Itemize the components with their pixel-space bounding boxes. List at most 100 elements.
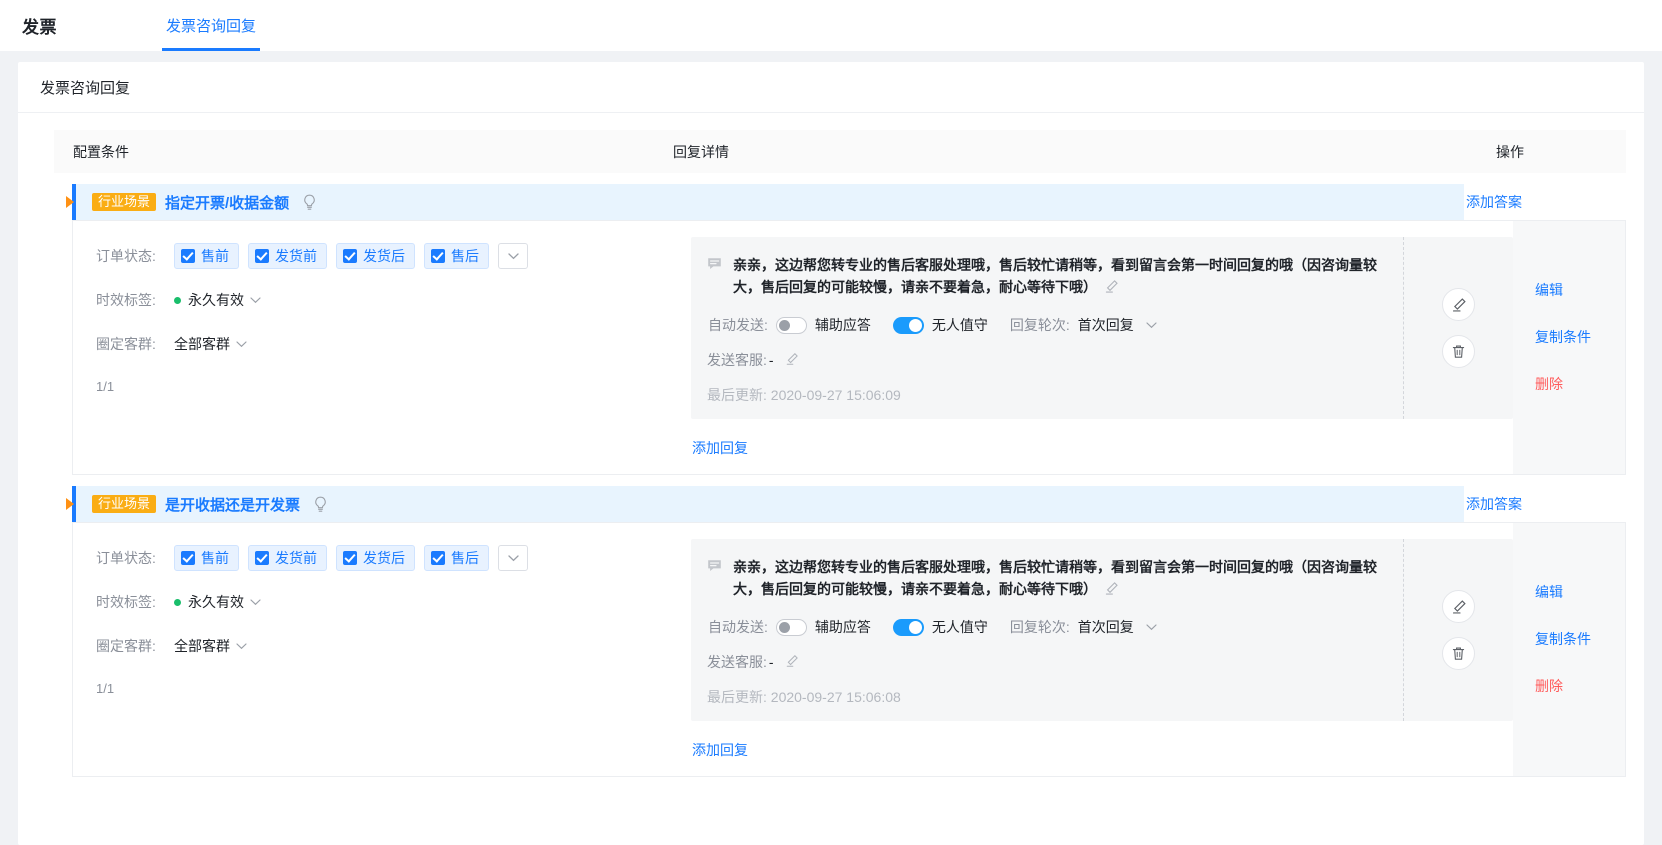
order-status-tag-label: 发货前 xyxy=(275,248,317,264)
audience-label: 圈定客群: xyxy=(96,638,156,654)
send-agent-edit-pencil-icon[interactable] xyxy=(785,654,799,671)
unattended-label: 无人值守 xyxy=(931,317,988,333)
reply-text-row: 亲亲，这边帮您转专业的售后客服处理哦，售后较忙请稍等，看到留言会第一时间回复的哦… xyxy=(707,254,1387,299)
scenario-title: 指定开票/收据金额 xyxy=(165,194,290,212)
order-status-tag[interactable]: 售前 xyxy=(174,243,239,269)
order-status-tag[interactable]: 发货后 xyxy=(336,243,415,269)
audience-dropdown-icon[interactable] xyxy=(236,340,247,348)
copy-condition-link[interactable]: 复制条件 xyxy=(1535,327,1625,347)
reply-action-buttons xyxy=(1403,539,1513,721)
order-status-tag[interactable]: 发货前 xyxy=(248,243,327,269)
auto-send-row: 自动发送: 辅助应答 无人值守 回复轮次: 首次回复 xyxy=(707,315,1387,335)
reply-edit-button[interactable] xyxy=(1442,590,1475,623)
reply-round-dropdown-icon[interactable] xyxy=(1146,321,1157,329)
audience-dropdown-icon[interactable] xyxy=(236,642,247,650)
reply-edit-pencil-icon[interactable] xyxy=(1104,279,1119,299)
reply-column: 亲亲，这边帮您转专业的售后客服处理哦，售后较忙请稍等，看到留言会第一时间回复的哦… xyxy=(683,523,1513,776)
send-agent-value: - xyxy=(768,654,774,670)
reply-round-label: 回复轮次: xyxy=(1009,619,1070,635)
validity-dropdown-icon[interactable] xyxy=(250,296,261,304)
operation-column: 编辑 复制条件 删除 xyxy=(1513,221,1625,474)
tab-invoice-consult-reply[interactable]: 发票咨询回复 xyxy=(162,0,261,51)
send-agent-edit-pencil-icon[interactable] xyxy=(785,352,799,369)
auto-send-label: 自动发送: xyxy=(708,317,768,333)
reply-delete-button[interactable] xyxy=(1442,335,1475,368)
reply-edit-pencil-icon[interactable] xyxy=(1104,581,1119,601)
scenario-bar[interactable]: 行业场景 是开收据还是开发票 xyxy=(72,486,1464,522)
checkbox-icon[interactable] xyxy=(343,249,357,263)
send-agent-row: 发送客服: - xyxy=(707,652,1387,672)
trash-icon xyxy=(1452,647,1465,660)
assist-reply-toggle[interactable] xyxy=(775,618,807,636)
scenario-bar[interactable]: 行业场景 指定开票/收据金额 xyxy=(72,184,1464,220)
order-status-tag-label: 发货后 xyxy=(363,550,405,566)
unattended-toggle[interactable] xyxy=(892,316,924,334)
delete-link[interactable]: 删除 xyxy=(1535,676,1625,696)
order-status-tag[interactable]: 发货后 xyxy=(336,545,415,571)
main-panel: 发票咨询回复 配置条件 回复详情 操作 行业场景 指定开票/收据金额 添加答案 … xyxy=(18,62,1644,845)
delete-link[interactable]: 删除 xyxy=(1535,374,1625,394)
checkbox-icon[interactable] xyxy=(431,551,445,565)
order-status-tag-label: 发货后 xyxy=(363,248,405,264)
scenario-group: 行业场景 是开收据还是开发票 添加答案 订单状态: 售前 发货前 发货后 售后 … xyxy=(36,486,1626,777)
pencil-icon xyxy=(1452,599,1466,614)
reply-round-label: 回复轮次: xyxy=(1009,317,1070,333)
unattended-toggle[interactable] xyxy=(892,618,924,636)
scenario-header: 行业场景 指定开票/收据金额 添加答案 xyxy=(36,184,1626,220)
last-updated-label: 最后更新: xyxy=(707,689,767,705)
panel-title: 发票咨询回复 xyxy=(18,62,1644,113)
lightbulb-icon[interactable] xyxy=(313,496,328,513)
condition-pager: 1/1 xyxy=(96,379,115,394)
add-answer-button[interactable]: 添加答案 xyxy=(1464,494,1626,514)
checkbox-icon[interactable] xyxy=(181,551,195,565)
audience-value: 全部客群 xyxy=(174,638,230,654)
checkbox-icon[interactable] xyxy=(431,249,445,263)
edit-link[interactable]: 编辑 xyxy=(1535,582,1625,602)
order-status-row: 订单状态: 售前 发货前 发货后 售后 xyxy=(96,545,683,571)
last-updated-value: 2020-09-27 15:06:09 xyxy=(770,387,901,403)
auto-send-row: 自动发送: 辅助应答 无人值守 回复轮次: 首次回复 xyxy=(707,617,1387,637)
lightbulb-icon[interactable] xyxy=(302,194,317,211)
order-status-more-button[interactable] xyxy=(498,545,528,571)
validity-label: 时效标签: xyxy=(96,594,156,610)
order-status-tag[interactable]: 售后 xyxy=(424,243,489,269)
message-bubble-icon xyxy=(707,559,722,578)
copy-condition-link[interactable]: 复制条件 xyxy=(1535,629,1625,649)
send-agent-row: 发送客服: - xyxy=(707,350,1387,370)
audience-row: 圈定客群: 全部客群 xyxy=(96,331,683,357)
add-answer-button[interactable]: 添加答案 xyxy=(1464,192,1626,212)
reply-text: 亲亲，这边帮您转专业的售后客服处理哦，售后较忙请稍等，看到留言会第一时间回复的哦… xyxy=(733,257,1377,295)
reply-delete-button[interactable] xyxy=(1442,637,1475,670)
validity-dropdown-icon[interactable] xyxy=(250,598,261,606)
operation-column: 编辑 复制条件 删除 xyxy=(1513,523,1625,776)
checkbox-icon[interactable] xyxy=(255,551,269,565)
expand-caret-icon[interactable] xyxy=(66,498,74,510)
chevron-down-icon xyxy=(507,554,519,561)
assist-reply-toggle[interactable] xyxy=(775,316,807,334)
add-reply-button[interactable]: 添加回复 xyxy=(692,740,748,760)
scenario-header: 行业场景 是开收据还是开发票 添加答案 xyxy=(36,486,1626,522)
status-dot-icon xyxy=(174,598,181,606)
checkbox-icon[interactable] xyxy=(181,249,195,263)
checkbox-icon[interactable] xyxy=(343,551,357,565)
order-status-tag[interactable]: 发货前 xyxy=(248,545,327,571)
reply-edit-button[interactable] xyxy=(1442,288,1475,321)
scenario-badge: 行业场景 xyxy=(92,495,157,513)
send-agent-label: 发送客服: xyxy=(707,654,767,670)
edit-link[interactable]: 编辑 xyxy=(1535,280,1625,300)
assist-reply-label: 辅助应答 xyxy=(814,317,871,333)
reply-round-dropdown-icon[interactable] xyxy=(1146,623,1157,631)
order-status-tag[interactable]: 售前 xyxy=(174,545,239,571)
expand-caret-icon[interactable] xyxy=(66,196,74,208)
add-reply-button[interactable]: 添加回复 xyxy=(692,438,748,458)
column-header-operation: 操作 xyxy=(1496,143,1524,160)
status-dot-icon xyxy=(174,296,181,304)
app-title: 发票 xyxy=(22,18,57,37)
auto-send-label: 自动发送: xyxy=(708,619,768,635)
assist-reply-label: 辅助应答 xyxy=(814,619,871,635)
chevron-down-icon xyxy=(507,252,519,259)
checkbox-icon[interactable] xyxy=(255,249,269,263)
audience-value: 全部客群 xyxy=(174,336,230,352)
order-status-more-button[interactable] xyxy=(498,243,528,269)
order-status-tag[interactable]: 售后 xyxy=(424,545,489,571)
